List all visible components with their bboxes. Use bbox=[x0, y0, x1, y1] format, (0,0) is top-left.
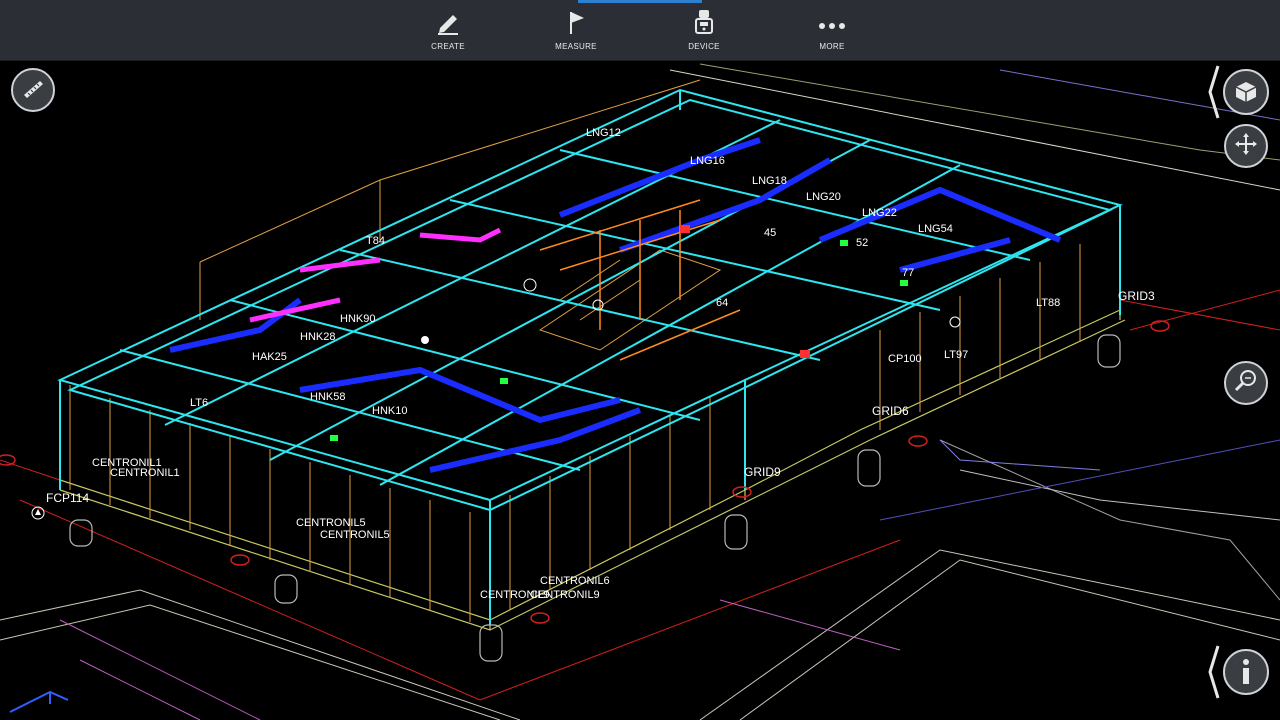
pan-button[interactable] bbox=[1224, 124, 1268, 168]
label-lt6: LT6 bbox=[190, 397, 208, 409]
label-centronil6: CENTRONIL6 bbox=[540, 575, 610, 587]
more-button[interactable]: MORE bbox=[792, 8, 872, 56]
label-cp100: CP100 bbox=[888, 353, 922, 365]
view-cube-button[interactable] bbox=[1206, 64, 1280, 120]
create-button[interactable]: CREATE bbox=[408, 8, 488, 56]
measure-label: MEASURE bbox=[555, 42, 597, 51]
move-arrows-icon bbox=[1234, 132, 1258, 161]
label-fcp114: FCP114 bbox=[46, 491, 89, 505]
device-icon bbox=[664, 8, 744, 36]
more-dots-icon bbox=[792, 8, 872, 36]
building-base bbox=[59, 210, 1126, 631]
top-toolbar: CREATE MEASURE DEVICE MORE bbox=[0, 0, 1280, 61]
site-lines bbox=[0, 63, 1280, 720]
label-hnk28: HNK28 bbox=[300, 331, 335, 343]
label-77: 77 bbox=[902, 267, 914, 279]
info-icon bbox=[1239, 658, 1253, 691]
label-hak25: HAK25 bbox=[252, 351, 287, 363]
flag-icon bbox=[536, 8, 616, 36]
label-lng18: LNG18 bbox=[752, 175, 787, 187]
label-lng22: LNG22 bbox=[862, 207, 897, 219]
ruler-pencil-icon bbox=[20, 75, 46, 106]
label-lt88: LT88 bbox=[1036, 297, 1060, 309]
device-label: DEVICE bbox=[688, 42, 720, 51]
markup-button[interactable] bbox=[11, 68, 55, 112]
label-centronil9-dup: CENTRONIL9 bbox=[480, 589, 550, 601]
measure-button[interactable]: MEASURE bbox=[536, 8, 616, 56]
3d-model-viewport[interactable]: GRID3 GRID6 GRID9 FCP114 CENTRONIL1 CENT… bbox=[0, 60, 1280, 720]
label-hnk58: HNK58 bbox=[310, 391, 345, 403]
info-button[interactable] bbox=[1206, 644, 1280, 700]
location-marker-icon bbox=[31, 506, 45, 520]
label-52: 52 bbox=[856, 237, 868, 249]
building-wireframe: GRID3 GRID6 GRID9 FCP114 CENTRONIL1 CENT… bbox=[0, 63, 1280, 720]
label-centronil5-dup: CENTRONIL5 bbox=[296, 517, 366, 529]
cube-icon bbox=[1234, 80, 1258, 109]
more-label: MORE bbox=[819, 42, 845, 51]
ductwork bbox=[169, 137, 1062, 473]
label-lng20: LNG20 bbox=[806, 191, 841, 203]
label-lng54: LNG54 bbox=[918, 223, 953, 235]
label-45: 45 bbox=[764, 227, 776, 239]
device-button[interactable]: DEVICE bbox=[664, 8, 744, 56]
label-grid9: GRID9 bbox=[744, 465, 781, 479]
label-64: 64 bbox=[716, 297, 728, 309]
label-t84: T84 bbox=[366, 235, 385, 247]
zoom-icon bbox=[1233, 368, 1259, 399]
label-hnk90: HNK90 bbox=[340, 313, 375, 325]
zoom-button[interactable] bbox=[1224, 361, 1268, 405]
axis-indicator-icon bbox=[9, 690, 69, 713]
label-centronil1-dup: CENTRONIL1 bbox=[92, 457, 162, 469]
wall-framing bbox=[69, 79, 1081, 622]
label-hnk10: HNK10 bbox=[372, 405, 407, 417]
create-label: CREATE bbox=[431, 42, 465, 51]
fixtures bbox=[330, 225, 961, 441]
foundation-piers bbox=[69, 334, 1121, 662]
label-grid3: GRID3 bbox=[1118, 289, 1155, 303]
label-lng12: LNG12 bbox=[586, 127, 621, 139]
label-lt97: LT97 bbox=[944, 349, 968, 361]
label-lng16: LNG16 bbox=[690, 155, 725, 167]
label-centronil5: CENTRONIL5 bbox=[320, 529, 390, 541]
pencil-icon bbox=[408, 8, 488, 36]
toolbar-accent-bar bbox=[578, 0, 702, 3]
label-grid6: GRID6 bbox=[872, 404, 909, 418]
